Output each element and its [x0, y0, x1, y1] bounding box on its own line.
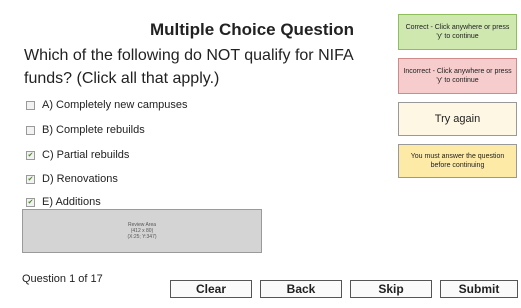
try-again-box: Try again — [398, 102, 517, 136]
option-a[interactable]: A) Completely new campuses — [26, 96, 188, 114]
question-title: Multiple Choice Question — [150, 20, 355, 39]
option-b[interactable]: B) Complete rebuilds — [26, 121, 145, 139]
check-icon: ✔ — [27, 151, 34, 159]
checkbox-c[interactable]: ✔ — [26, 150, 35, 160]
incorrect-feedback-box: Incorrect - Click anywhere or press 'y' … — [398, 58, 517, 94]
checkbox-d[interactable]: ✔ — [26, 174, 35, 184]
checkbox-b[interactable] — [26, 125, 35, 135]
checkbox-a[interactable] — [26, 100, 35, 110]
question-counter: Question 1 of 17 — [22, 273, 103, 285]
option-c-label: C) Partial rebuilds — [42, 149, 130, 161]
must-answer-box: You must answer the question before cont… — [398, 144, 517, 178]
check-icon: ✔ — [27, 175, 34, 183]
option-c[interactable]: ✔ C) Partial rebuilds — [26, 146, 129, 164]
submit-button[interactable]: Submit — [440, 280, 518, 298]
clear-button[interactable]: Clear — [170, 280, 252, 298]
option-a-label: A) Completely new campuses — [42, 99, 188, 111]
skip-button[interactable]: Skip — [350, 280, 432, 298]
option-e-label: E) Additions — [42, 196, 101, 208]
review-area: Review Area (412 x 80) (X:25; Y:347) — [22, 209, 262, 253]
option-b-label: B) Complete rebuilds — [42, 124, 145, 136]
option-d-label: D) Renovations — [42, 173, 118, 185]
review-area-position: (X:25; Y:347) — [127, 234, 157, 240]
question-text: Which of the following do NOT qualify fo… — [24, 47, 353, 87]
option-d[interactable]: ✔ D) Renovations — [26, 170, 118, 188]
checkbox-e[interactable]: ✔ — [26, 197, 35, 207]
back-button[interactable]: Back — [260, 280, 342, 298]
correct-feedback-box: Correct - Click anywhere or press 'y' to… — [398, 14, 517, 50]
check-icon: ✔ — [27, 198, 34, 206]
